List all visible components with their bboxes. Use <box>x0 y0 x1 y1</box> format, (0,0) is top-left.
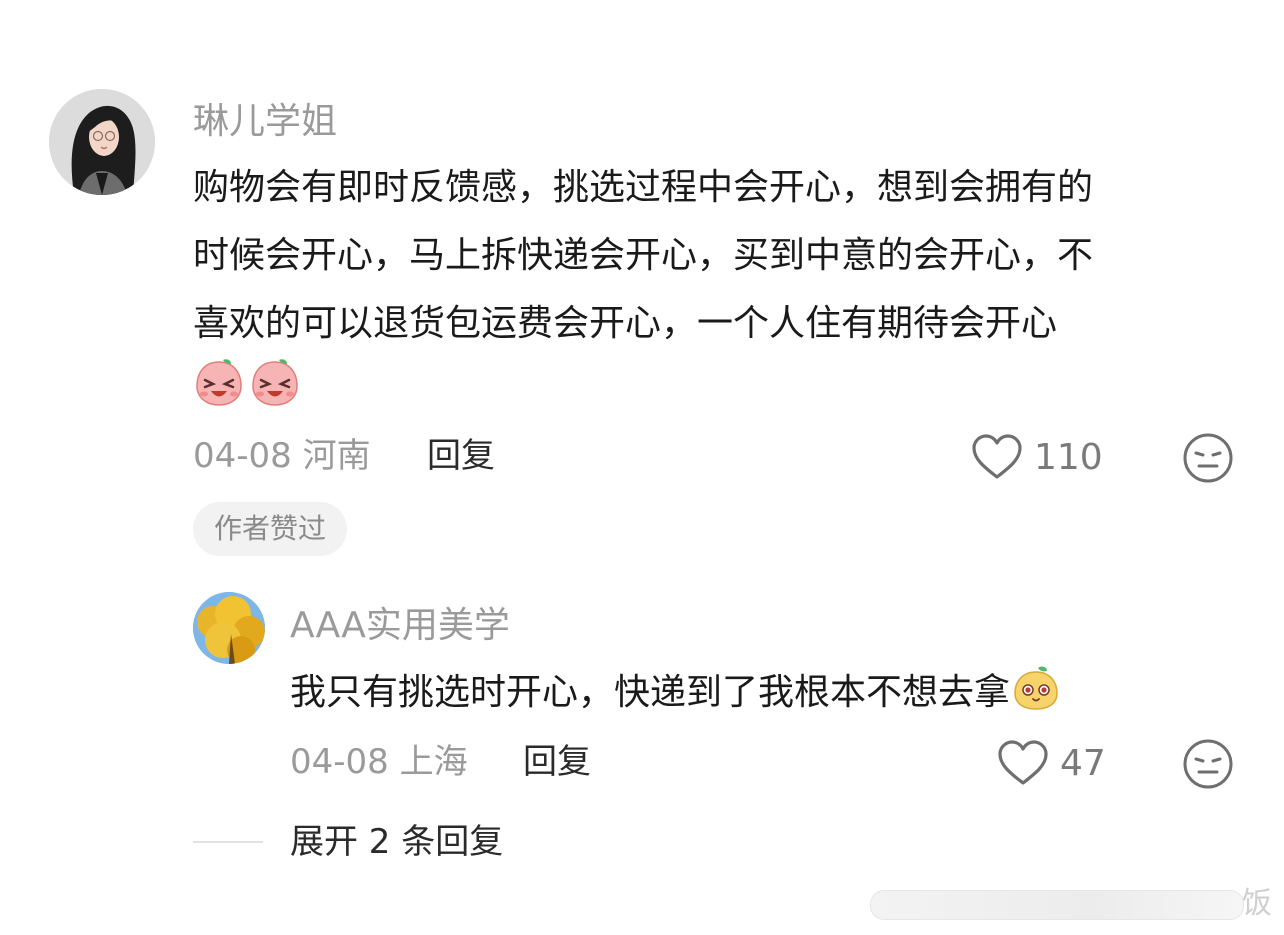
author-liked-badge: 作者赞过 <box>193 502 347 556</box>
comment-meta: 04-08 河南 <box>193 434 371 478</box>
watermark: 饭 <box>870 884 1272 924</box>
comment-text-line: 时候会开心，马上拆快递会开心，买到中意的会开心，不 <box>193 235 1094 276</box>
like-button[interactable]: 47 <box>996 738 1106 788</box>
reply-username[interactable]: AAA实用美学 <box>290 602 510 650</box>
smirk-bun-emoji <box>1012 664 1060 712</box>
reply-text: 我只有挑选时开心，快递到了我根本不想去拿 <box>290 659 1060 727</box>
reply-date: 04-08 <box>290 742 389 782</box>
reply-button[interactable]: 回复 <box>523 740 591 784</box>
comment-text: 购物会有即时反馈感，挑选过程中会开心，想到会拥有的 时候会开心，马上拆快递会开心… <box>193 154 1093 358</box>
expand-replies-button[interactable]: 展开 2 条回复 <box>290 820 503 864</box>
laughing-peach-emoji <box>249 356 301 408</box>
like-count: 47 <box>1060 742 1106 784</box>
expand-divider <box>193 841 263 843</box>
like-button[interactable]: 110 <box>970 432 1103 482</box>
laughing-peach-emoji <box>193 356 245 408</box>
reply-meta: 04-08 上海 <box>290 740 468 784</box>
reply-text-content: 我只有挑选时开心，快递到了我根本不想去拿 <box>290 672 1011 713</box>
reply-location: 上海 <box>399 742 468 782</box>
comment-location: 河南 <box>302 436 371 476</box>
heart-icon <box>996 738 1050 788</box>
watermark-text: 饭 <box>1242 886 1272 921</box>
heart-icon <box>970 432 1024 482</box>
avatar[interactable] <box>49 89 155 195</box>
comment-text-line: 喜欢的可以退货包运费会开心，一个人住有期待会开心 <box>193 303 1058 344</box>
like-count: 110 <box>1034 436 1103 478</box>
avatar[interactable] <box>193 592 265 664</box>
neutral-face-icon[interactable] <box>1182 432 1234 484</box>
watermark-bar <box>870 890 1244 920</box>
reply-button[interactable]: 回复 <box>427 434 495 478</box>
avatar-image <box>193 592 265 664</box>
comment-emoji-row <box>193 356 301 408</box>
avatar-image <box>49 89 155 195</box>
comment-username[interactable]: 琳儿学姐 <box>193 98 337 146</box>
comment-date: 04-08 <box>193 436 292 476</box>
neutral-face-icon[interactable] <box>1182 738 1234 790</box>
comment-text-line: 购物会有即时反馈感，挑选过程中会开心，想到会拥有的 <box>193 167 1094 208</box>
